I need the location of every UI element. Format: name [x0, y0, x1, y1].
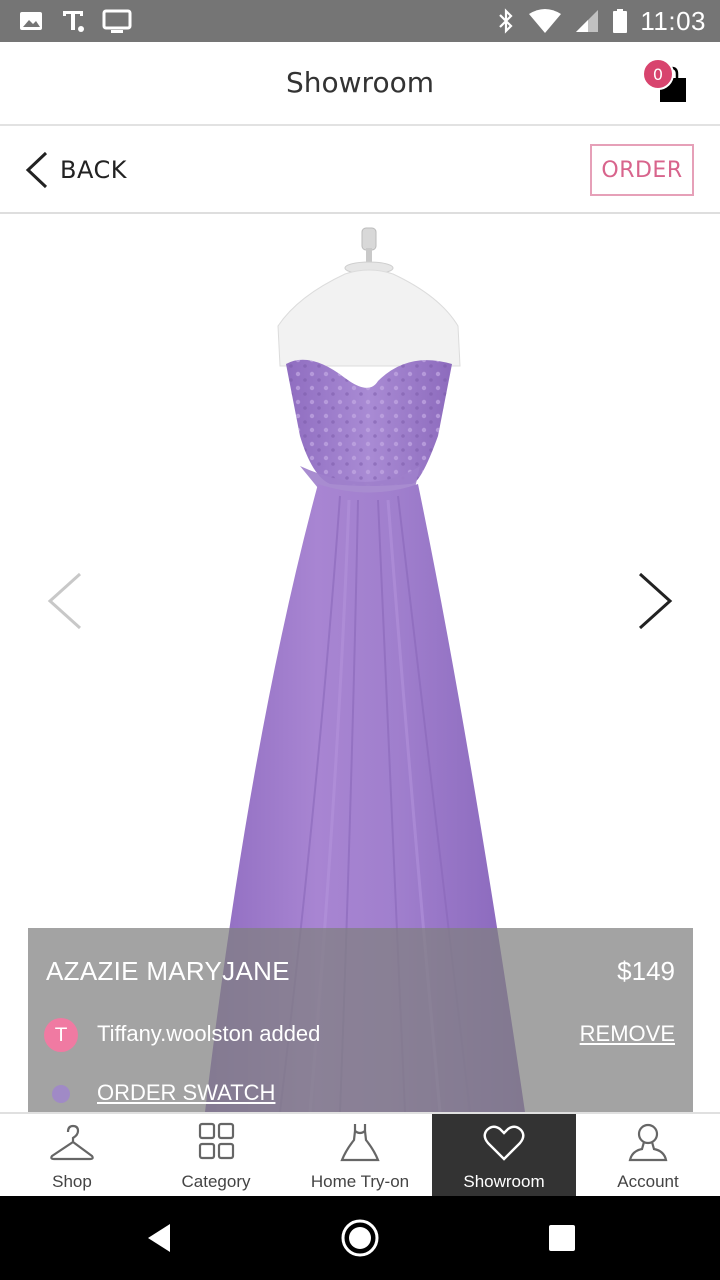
cast-icon: [102, 9, 132, 33]
back-label: BACK: [60, 156, 127, 184]
remove-link[interactable]: REMOVE: [580, 1021, 675, 1047]
nav-label-account: Account: [617, 1172, 679, 1191]
bottom-nav: Shop Category Home Try-on Showroom Accou…: [0, 1112, 720, 1198]
product-price: $149: [617, 956, 675, 986]
next-image-button[interactable]: [630, 566, 680, 636]
status-time: 11:03: [640, 5, 706, 36]
nav-item-shop[interactable]: Shop: [0, 1114, 144, 1198]
added-by-row: T Tiffany.woolston added REMOVE: [44, 1018, 675, 1052]
nav-item-account[interactable]: Account: [576, 1114, 720, 1198]
product-info-panel: AZAZIE MARYJANE $149 T Tiffany.woolston …: [28, 928, 693, 1112]
page-title: Showroom: [286, 66, 434, 99]
chevron-left-icon: [25, 151, 48, 189]
cart-button[interactable]: 0: [642, 58, 694, 104]
system-home-icon[interactable]: [338, 1216, 382, 1260]
system-recents-icon[interactable]: [540, 1216, 584, 1260]
bluetooth-icon: [499, 8, 513, 34]
avatar: T: [44, 1018, 78, 1052]
t-mobile-icon: [63, 11, 84, 32]
chevron-right-icon: [638, 572, 673, 630]
dress-icon: [340, 1124, 380, 1162]
nav-label-shop: Shop: [52, 1172, 92, 1191]
hanger-icon: [50, 1124, 94, 1161]
cart-count-badge: 0: [642, 58, 674, 90]
order-swatch-link[interactable]: ORDER SWATCH: [97, 1080, 275, 1106]
signal-icon: [576, 10, 599, 32]
user-icon: [628, 1123, 668, 1162]
back-button[interactable]: BACK: [22, 150, 127, 190]
color-swatch-dot: [52, 1085, 70, 1103]
nav-label-showroom: Showroom: [463, 1172, 545, 1191]
system-back-icon[interactable]: [140, 1216, 184, 1260]
added-by-text: Tiffany.woolston added: [97, 1021, 321, 1046]
system-nav-bar: [0, 1196, 720, 1280]
order-button[interactable]: ORDER: [590, 144, 694, 196]
grid-icon: [198, 1122, 235, 1160]
nav-label-home-try-on: Home Try-on: [310, 1172, 410, 1191]
sub-header: BACK ORDER: [0, 128, 720, 214]
nav-item-showroom[interactable]: Showroom: [432, 1114, 576, 1198]
nav-label-category: Category: [181, 1172, 251, 1191]
app-header: Showroom 0: [0, 42, 720, 126]
previous-image-button[interactable]: [40, 566, 90, 636]
image-icon: [20, 12, 42, 30]
wifi-icon: [529, 9, 562, 33]
product-name: AZAZIE MARYJANE: [46, 956, 290, 986]
nav-item-category[interactable]: Category: [144, 1114, 288, 1198]
nav-item-home-try-on[interactable]: Home Try-on: [288, 1114, 432, 1198]
status-bar: 11:03: [0, 0, 720, 42]
chevron-left-icon: [47, 572, 82, 630]
battery-icon: [613, 9, 628, 33]
heart-icon: [483, 1125, 525, 1161]
